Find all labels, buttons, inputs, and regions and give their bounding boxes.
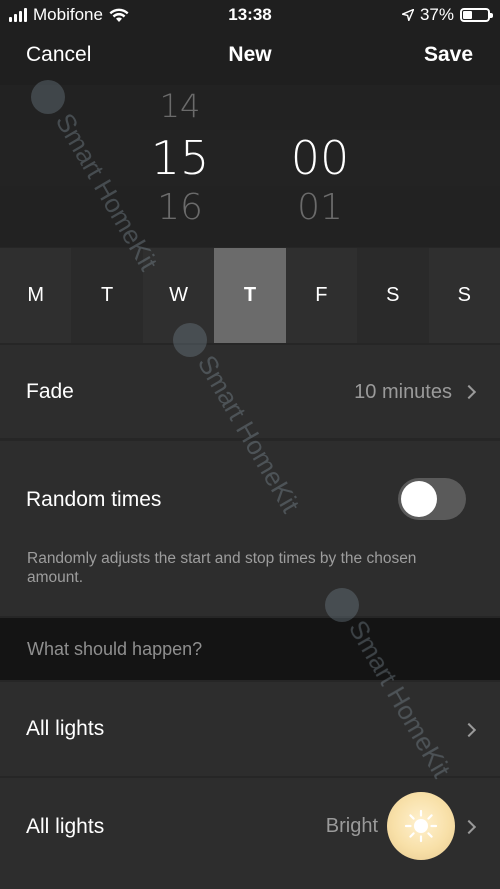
day-friday[interactable]: F [285, 248, 358, 343]
day-monday[interactable]: M [0, 248, 72, 343]
carrier-label: Mobifone [33, 5, 103, 24]
chevron-right-icon [461, 384, 477, 400]
all-lights-scene-row[interactable]: All lights Bright [0, 778, 500, 889]
day-tuesday[interactable]: T [71, 248, 143, 343]
cancel-button[interactable]: Cancel [26, 43, 91, 67]
section-header: What should happen? [0, 618, 500, 680]
battery-fill [463, 11, 472, 19]
day-selector: M T W T F S S [0, 248, 500, 343]
time-picker[interactable]: 14 15 16 00 01 [0, 85, 500, 247]
minute-selected[interactable]: 00 [260, 131, 380, 185]
nav-bar: Cancel New Save [0, 30, 500, 85]
all-lights-label: All lights [26, 717, 105, 740]
signal-icon [9, 8, 27, 22]
all-lights-row[interactable]: All lights [0, 682, 500, 776]
hour-selected[interactable]: 15 [120, 131, 240, 185]
random-times-description: Randomly adjusts the start and stop time… [27, 550, 417, 586]
chevron-right-icon [461, 819, 477, 835]
fade-row[interactable]: Fade 10 minutes [0, 345, 500, 438]
scene-sun-button[interactable] [387, 792, 455, 860]
day-saturday[interactable]: S [357, 248, 429, 343]
random-times-row: Random times Randomly adjusts the start … [0, 441, 500, 616]
random-times-toggle[interactable] [398, 478, 466, 520]
location-arrow-icon [401, 9, 414, 21]
picker-selection-band [0, 130, 500, 186]
status-bar: Mobifone 13:38 37% [0, 0, 500, 30]
chevron-right-icon [461, 722, 477, 738]
day-thursday[interactable]: T [214, 248, 286, 343]
random-times-label: Random times [26, 488, 162, 511]
day-sunday[interactable]: S [428, 248, 500, 343]
section-label: What should happen? [27, 639, 203, 659]
wifi-icon [109, 8, 129, 22]
minute-next[interactable]: 01 [260, 187, 380, 228]
sun-icon [404, 809, 438, 843]
fade-value: 10 minutes [354, 381, 452, 403]
battery-icon [460, 8, 493, 22]
toggle-knob [401, 481, 437, 517]
scene-value: Bright [325, 815, 378, 837]
fade-label: Fade [26, 380, 74, 403]
hour-next[interactable]: 16 [120, 187, 240, 228]
status-left: Mobifone [9, 5, 129, 25]
day-wednesday[interactable]: W [142, 248, 215, 343]
battery-percent: 37% [419, 5, 454, 24]
all-lights-scene-label: All lights [26, 815, 105, 838]
status-right: 37% [401, 5, 493, 25]
hour-prev[interactable]: 14 [120, 87, 240, 125]
save-button[interactable]: Save [424, 43, 473, 67]
